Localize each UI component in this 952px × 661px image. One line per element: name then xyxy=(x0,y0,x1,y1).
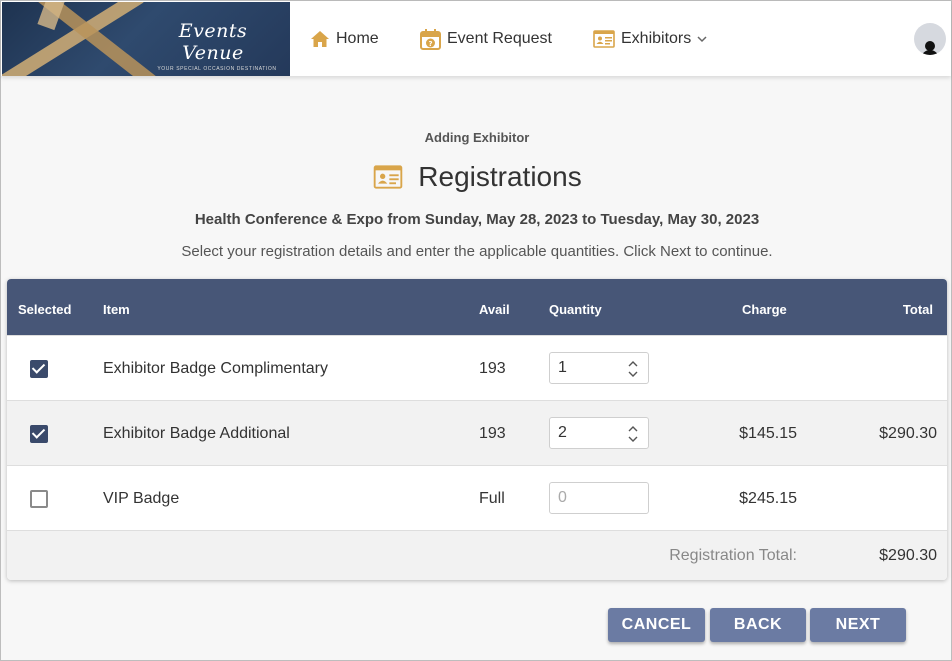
next-button[interactable]: NEXT xyxy=(810,608,906,642)
spinner-arrows-icon[interactable] xyxy=(628,359,638,379)
registration-total-label: Registration Total: xyxy=(669,547,797,564)
table-header: Selected Item Avail Quantity Charge Tota… xyxy=(7,279,947,335)
column-header-selected: Selected xyxy=(18,302,72,317)
row-select-checkbox[interactable] xyxy=(30,425,48,443)
quantity-stepper[interactable]: 1 xyxy=(549,352,649,384)
nav-event-request-label: Event Request xyxy=(447,30,552,47)
column-header-item: Item xyxy=(103,302,130,317)
row-charge: $245.15 xyxy=(739,490,797,507)
page-subtitle: Adding Exhibitor xyxy=(424,130,530,145)
venue-logo[interactable]: Events Venue YOUR SPECIAL OCCASION DESTI… xyxy=(2,2,290,76)
nav-event-request[interactable]: ? Event Request xyxy=(420,27,552,51)
row-select-checkbox[interactable] xyxy=(30,490,48,508)
svg-text:?: ? xyxy=(428,40,432,48)
row-select-checkbox[interactable] xyxy=(30,360,48,378)
back-button[interactable]: BACK xyxy=(710,608,806,642)
table-row: Exhibitor Badge Additional 193 2 $145.15… xyxy=(7,400,947,465)
quantity-value: 1 xyxy=(558,359,567,376)
nav-home[interactable]: Home xyxy=(310,27,379,51)
nav-exhibitors-label: Exhibitors xyxy=(621,30,692,47)
chevron-down-icon xyxy=(697,36,707,43)
row-avail: 193 xyxy=(479,360,506,377)
column-header-charge: Charge xyxy=(742,302,787,317)
home-icon xyxy=(311,31,329,47)
nav-home-label: Home xyxy=(336,30,379,47)
top-navigation-bar: Events Venue YOUR SPECIAL OCCASION DESTI… xyxy=(1,1,951,76)
row-charge: $145.15 xyxy=(739,425,797,442)
row-avail: Full xyxy=(479,490,505,507)
quantity-stepper[interactable]: 2 xyxy=(549,417,649,449)
cancel-button[interactable]: CANCEL xyxy=(608,608,705,642)
page-title-row: Registrations xyxy=(1,161,952,193)
table-footer: Registration Total: $290.30 xyxy=(7,530,947,580)
spinner-arrows-icon[interactable] xyxy=(628,424,638,444)
column-header-total: Total xyxy=(902,302,933,317)
row-item: Exhibitor Badge Additional xyxy=(103,425,290,442)
instructions-text: Select your registration details and ent… xyxy=(181,243,773,260)
column-header-quantity: Quantity xyxy=(549,302,602,317)
calendar-question-icon: ? xyxy=(420,28,441,50)
quantity-placeholder: 0 xyxy=(558,489,567,506)
id-card-icon xyxy=(593,30,615,48)
row-item: Exhibitor Badge Complimentary xyxy=(103,360,328,377)
row-total: $290.30 xyxy=(879,425,937,442)
row-avail: 193 xyxy=(479,425,506,442)
table-row: VIP Badge Full 0 $245.15 xyxy=(7,465,947,530)
avatar-body xyxy=(921,50,939,55)
column-header-avail: Avail xyxy=(479,302,510,317)
logo-tagline: YOUR SPECIAL OCCASION DESTINATION xyxy=(157,66,277,72)
logo-text: Events Venue xyxy=(178,20,248,64)
nav-exhibitors[interactable]: Exhibitors xyxy=(593,27,713,51)
event-dates: Health Conference & Expo from Sunday, Ma… xyxy=(194,211,760,228)
user-avatar[interactable] xyxy=(914,23,946,55)
quantity-value: 2 xyxy=(558,424,567,441)
registration-total-value: $290.30 xyxy=(879,547,937,564)
quantity-field-disabled: 0 xyxy=(549,482,649,514)
registrations-table: Selected Item Avail Quantity Charge Tota… xyxy=(7,279,947,580)
page-title: Registrations xyxy=(418,161,582,192)
table-row: Exhibitor Badge Complimentary 193 1 xyxy=(7,335,947,400)
row-item: VIP Badge xyxy=(103,490,180,507)
id-card-icon xyxy=(374,165,403,189)
